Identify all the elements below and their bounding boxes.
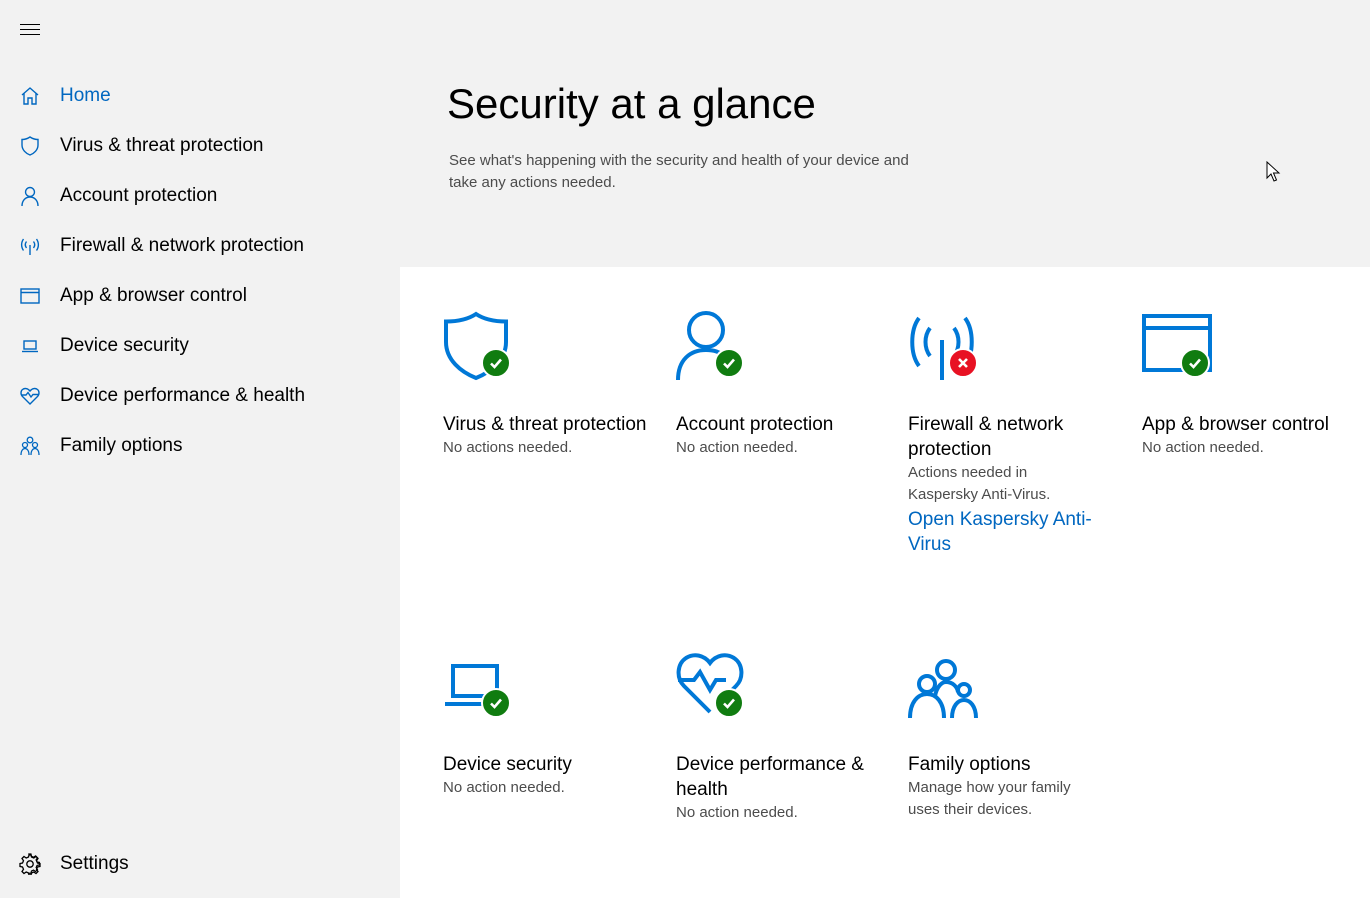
sidebar-item-label: Device performance & health xyxy=(60,385,306,406)
sidebar-item-device-security[interactable]: Device security xyxy=(0,321,400,371)
gear-icon xyxy=(0,853,60,875)
check-badge-icon xyxy=(714,348,744,378)
tile-status: No action needed. xyxy=(443,779,565,796)
sidebar-item-family[interactable]: Family options xyxy=(0,421,400,471)
tile-status: No action needed. xyxy=(676,439,798,456)
sidebar-item-home[interactable]: Home xyxy=(0,71,400,121)
tile-icon-wrap xyxy=(676,310,748,382)
tile-virus-threat-protection[interactable]: Virus & threat protection No actions nee… xyxy=(443,310,653,459)
check-badge-icon xyxy=(1180,348,1210,378)
sidebar-item-app-browser[interactable]: App & browser control xyxy=(0,271,400,321)
check-badge-icon xyxy=(481,348,511,378)
tile-status: No actions needed. xyxy=(443,439,573,456)
sidebar-item-label: Account protection xyxy=(60,185,218,206)
tile-title: Device performance & health xyxy=(676,754,864,800)
tile-title: Virus & threat protection xyxy=(443,414,647,435)
home-icon xyxy=(0,85,60,107)
tile-title: Family options xyxy=(908,754,1031,775)
tile-title: Device security xyxy=(443,754,572,775)
tile-icon-wrap xyxy=(908,310,980,382)
tile-icon-wrap xyxy=(1142,310,1214,382)
sidebar-item-label: Firewall & network protection xyxy=(60,235,304,256)
check-badge-icon xyxy=(714,688,744,718)
tile-icon-wrap xyxy=(676,650,748,722)
tile-account-protection[interactable]: Account protection No action needed. xyxy=(676,310,886,459)
tiles-area: Virus & threat protection No actions nee… xyxy=(400,267,1370,898)
sidebar-nav: Home Virus & threat protection Account p… xyxy=(0,71,400,471)
tile-icon-wrap xyxy=(443,650,515,722)
sidebar-item-firewall[interactable]: Firewall & network protection xyxy=(0,221,400,271)
tile-icon-wrap xyxy=(908,650,980,722)
tile-title: Account protection xyxy=(676,414,834,435)
sidebar-item-account[interactable]: Account protection xyxy=(0,171,400,221)
person-icon xyxy=(0,185,60,207)
page-title: Security at a glance xyxy=(447,80,816,127)
tile-device-security[interactable]: Device security No action needed. xyxy=(443,650,653,799)
sidebar-item-label: Virus & threat protection xyxy=(60,135,264,156)
open-kaspersky-link[interactable]: Open Kaspersky Anti-Virus xyxy=(908,507,1098,557)
tile-status: No action needed. xyxy=(1142,439,1264,456)
sidebar-item-label: Device security xyxy=(60,335,189,356)
sidebar-item-label: Home xyxy=(60,85,111,106)
tile-firewall-network-protection[interactable]: Firewall & network protection Actions ne… xyxy=(908,310,1118,557)
tile-status: No action needed. xyxy=(676,804,798,821)
tile-device-performance-health[interactable]: Device performance & health No action ne… xyxy=(676,650,886,824)
antenna-icon xyxy=(0,235,60,257)
page-header: Security at a glance See what's happenin… xyxy=(400,0,1370,267)
tile-family-options[interactable]: Family options Manage how your family us… xyxy=(908,650,1118,821)
browser-window-icon xyxy=(0,285,60,307)
hamburger-menu-icon[interactable] xyxy=(20,24,40,38)
tile-app-browser-control[interactable]: App & browser control No action needed. xyxy=(1142,310,1352,459)
page-subtitle: See what's happening with the security a… xyxy=(449,152,909,191)
error-badge-icon xyxy=(948,348,978,378)
heart-pulse-icon xyxy=(0,385,60,407)
shield-icon xyxy=(0,135,60,157)
sidebar-item-label: Family options xyxy=(60,435,183,456)
tile-title: Firewall & network protection xyxy=(908,414,1064,460)
tile-status: Manage how your family uses their device… xyxy=(908,779,1071,818)
sidebar-item-label: App & browser control xyxy=(60,285,247,306)
family-icon xyxy=(0,435,60,457)
mouse-cursor-icon xyxy=(1266,161,1281,182)
sidebar-item-virus-threat[interactable]: Virus & threat protection xyxy=(0,121,400,171)
laptop-icon xyxy=(0,335,60,357)
settings-label: Settings xyxy=(60,853,129,874)
check-badge-icon xyxy=(481,688,511,718)
sidebar: Home Virus & threat protection Account p… xyxy=(0,0,400,898)
tile-title: App & browser control xyxy=(1142,414,1329,435)
settings-button[interactable]: Settings xyxy=(0,839,400,889)
sidebar-item-device-performance[interactable]: Device performance & health xyxy=(0,371,400,421)
family-icon xyxy=(908,659,978,719)
tile-status: Actions needed in Kaspersky Anti-Virus. xyxy=(908,464,1051,503)
tile-icon-wrap xyxy=(443,310,515,382)
